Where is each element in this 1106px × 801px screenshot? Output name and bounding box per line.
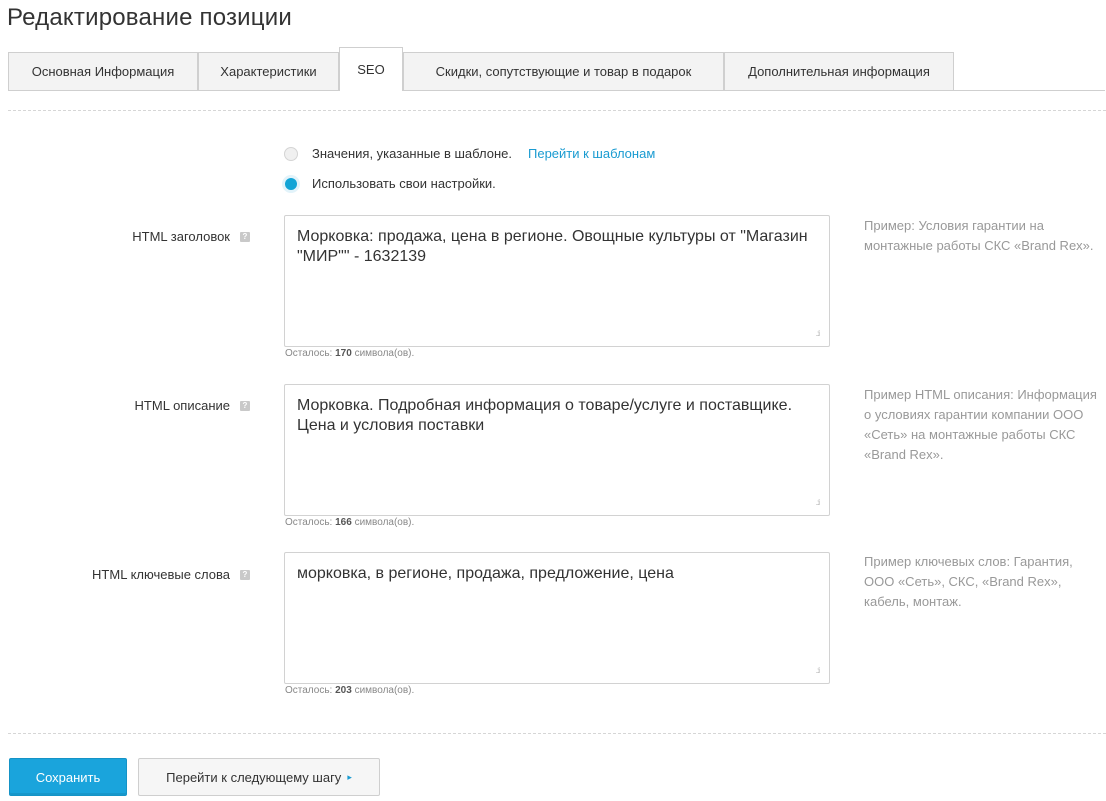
html-title-remaining: Осталось: 170 символа(ов). <box>285 348 414 359</box>
remaining-suffix: символа(ов). <box>354 685 415 696</box>
divider-top <box>8 110 1106 111</box>
custom-radio[interactable] <box>285 177 297 190</box>
remaining-suffix: символа(ов). <box>354 517 415 528</box>
tab-characteristics[interactable]: Характеристики <box>198 52 339 90</box>
html-description-hint: Пример HTML описания: Информация о услов… <box>864 387 1097 462</box>
help-icon[interactable]: ? <box>240 400 250 411</box>
html-description-value: Морковка. Подробная информация о товаре/… <box>297 397 797 434</box>
remaining-count: 203 <box>335 685 352 696</box>
html-keywords-hint: Пример ключевых слов: Гарантия, ООО «Сет… <box>864 554 1073 609</box>
custom-option-label: Использовать свои настройки. <box>312 176 496 191</box>
template-option[interactable]: Значения, указанные в шаблоне. Перейти к… <box>284 146 655 161</box>
custom-option[interactable]: Использовать свои настройки. <box>284 176 496 191</box>
html-keywords-label: HTML ключевые слова ? <box>18 567 250 582</box>
html-keywords-textarea[interactable]: морковка, в регионе, продажа, предложени… <box>284 552 830 684</box>
tab-discounts[interactable]: Скидки, сопутствующие и товар в подарок <box>403 52 724 90</box>
templates-link[interactable]: Перейти к шаблонам <box>528 146 655 161</box>
html-title-label: HTML заголовок ? <box>18 229 250 244</box>
html-title-textarea[interactable]: Морковка: продажа, цена в регионе. Овощн… <box>284 215 830 347</box>
html-description-textarea[interactable]: Морковка. Подробная информация о товаре/… <box>284 384 830 516</box>
tab-main-info[interactable]: Основная Информация <box>8 52 198 90</box>
help-icon[interactable]: ? <box>240 231 250 242</box>
html-description-remaining: Осталось: 166 символа(ов). <box>285 517 414 528</box>
resize-grip-icon[interactable]: .:i <box>816 667 820 675</box>
html-keywords-value: морковка, в регионе, продажа, предложени… <box>297 565 674 582</box>
html-keywords-label-text: HTML ключевые слова <box>92 567 230 582</box>
resize-grip-icon[interactable]: .:i <box>816 499 820 507</box>
remaining-count: 166 <box>335 517 352 528</box>
remaining-count: 170 <box>335 348 352 359</box>
remaining-prefix: Осталось: <box>285 348 333 359</box>
page-title: Редактирование позиции <box>7 4 292 31</box>
remaining-prefix: Осталось: <box>285 685 333 696</box>
remaining-prefix: Осталось: <box>285 517 333 528</box>
arrow-right-icon: ▸ <box>347 771 352 782</box>
html-description-label: HTML описание ? <box>18 398 250 413</box>
html-title-label-text: HTML заголовок <box>132 229 230 244</box>
next-step-button[interactable]: Перейти к следующему шагу ▸ <box>138 758 380 796</box>
template-option-label: Значения, указанные в шаблоне. <box>312 146 512 161</box>
help-icon[interactable]: ? <box>240 569 250 580</box>
html-title-value: Морковка: продажа, цена в регионе. Овощн… <box>297 228 813 265</box>
tab-bar: Основная Информация Характеристики SEO С… <box>8 47 1106 91</box>
remaining-suffix: символа(ов). <box>354 348 415 359</box>
next-step-label: Перейти к следующему шагу <box>166 769 342 785</box>
html-title-hint: Пример: Условия гарантии на монтажные ра… <box>864 218 1094 253</box>
template-radio[interactable] <box>284 146 298 161</box>
tab-seo[interactable]: SEO <box>339 47 403 91</box>
tab-bar-underline <box>8 90 1105 91</box>
html-keywords-remaining: Осталось: 203 символа(ов). <box>285 685 414 696</box>
save-button[interactable]: Сохранить <box>9 758 127 796</box>
tab-additional-info[interactable]: Дополнительная информация <box>724 52 954 90</box>
divider-bottom <box>8 733 1106 734</box>
resize-grip-icon[interactable]: .:i <box>816 330 820 338</box>
html-description-label-text: HTML описание <box>134 398 230 413</box>
